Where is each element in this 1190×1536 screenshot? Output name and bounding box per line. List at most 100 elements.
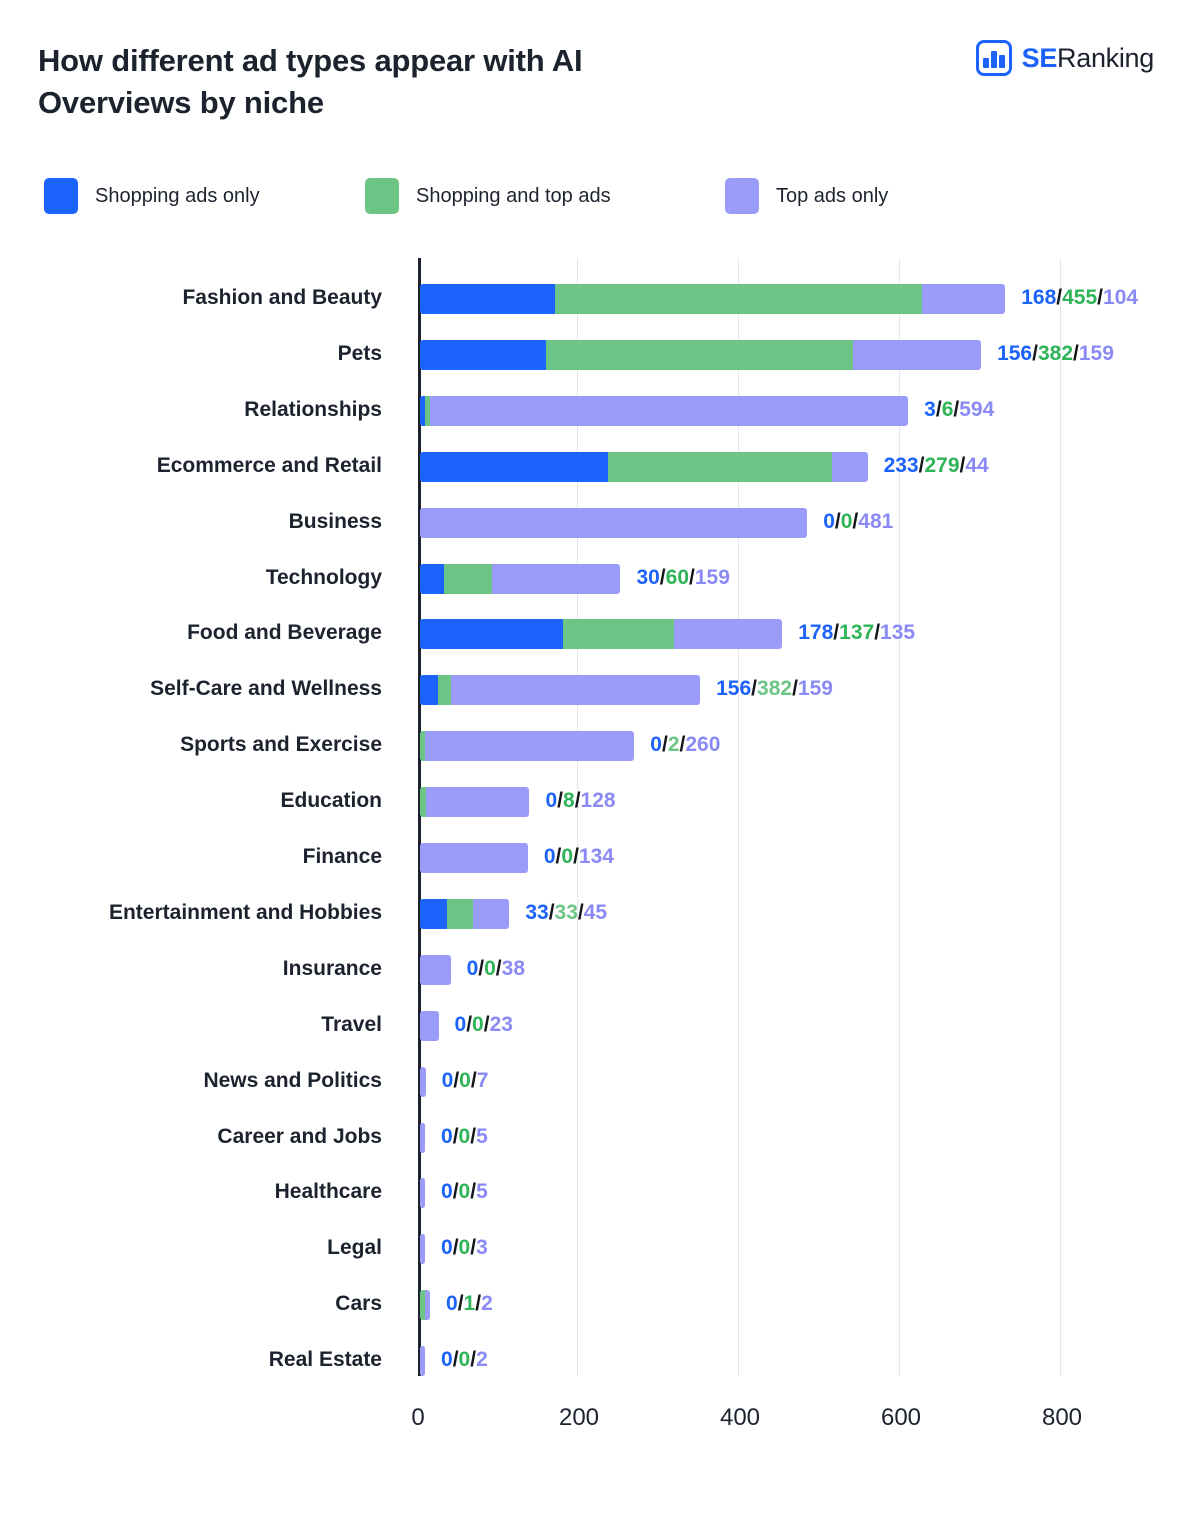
- value-label: 3/6/594: [924, 382, 994, 438]
- value-part-0: 0: [823, 509, 835, 533]
- bar-segment-2[interactable]: [492, 563, 621, 594]
- stacked-bar[interactable]: [420, 954, 451, 985]
- bar-segment-1[interactable]: [555, 284, 922, 314]
- bar-segment-2[interactable]: [420, 507, 808, 538]
- chart-row[interactable]: Real Estate 0/0/2: [0, 1332, 1190, 1388]
- stacked-bar[interactable]: [420, 339, 982, 370]
- bar-segment-2[interactable]: [832, 451, 868, 482]
- bar-segment-2[interactable]: [425, 1290, 430, 1321]
- stacked-bar[interactable]: [420, 1010, 439, 1041]
- logo-ranking-text: Ranking: [1057, 42, 1154, 73]
- bar-segment-2[interactable]: [420, 1234, 425, 1265]
- stacked-bar[interactable]: [420, 675, 701, 706]
- value-part-1: 8: [563, 789, 575, 813]
- chart-row[interactable]: Career and Jobs 0/0/5: [0, 1109, 1190, 1165]
- stacked-bar[interactable]: [420, 843, 528, 873]
- stacked-bar[interactable]: [420, 1346, 425, 1377]
- bar-segment-2[interactable]: [420, 1066, 426, 1097]
- bar-segment-2[interactable]: [420, 1010, 439, 1041]
- stacked-bar[interactable]: [420, 619, 783, 650]
- legend-item-0[interactable]: Shopping ads only: [44, 178, 365, 214]
- value-part-2: 128: [580, 789, 616, 813]
- stacked-bar[interactable]: [420, 1066, 426, 1097]
- bar-segment-2[interactable]: [450, 675, 701, 706]
- chart-row[interactable]: Cars 0/1/2: [0, 1276, 1190, 1332]
- bar-segment-1[interactable]: [446, 898, 474, 929]
- value-part-2: 594: [959, 397, 995, 421]
- bar-segment-0[interactable]: [420, 675, 438, 706]
- chart-row[interactable]: Entertainment and Hobbies 33/33/45: [0, 885, 1190, 941]
- chart-row[interactable]: Fashion and Beauty 168/455/104: [0, 270, 1190, 326]
- chart-row[interactable]: Healthcare 0/0/5: [0, 1164, 1190, 1220]
- chart-row[interactable]: Legal 0/0/3: [0, 1220, 1190, 1276]
- bar-segment-2[interactable]: [853, 339, 982, 370]
- legend-item-2[interactable]: Top ads only: [725, 178, 888, 214]
- legend-label: Shopping and top ads: [416, 184, 611, 207]
- bar-segment-0[interactable]: [420, 451, 608, 482]
- bar-segment-0[interactable]: [420, 563, 445, 594]
- chart-row[interactable]: News and Politics 0/0/7: [0, 1053, 1190, 1109]
- bar-segment-2[interactable]: [420, 1122, 425, 1153]
- chart-row[interactable]: Pets 156/382/159: [0, 326, 1190, 382]
- value-part-1: 1: [463, 1292, 476, 1316]
- bar-segment-0[interactable]: [420, 284, 556, 314]
- chart-row[interactable]: Insurance 0/0/38: [0, 941, 1190, 997]
- bar-segment-0[interactable]: [420, 898, 447, 929]
- stacked-bar[interactable]: [420, 563, 621, 594]
- stacked-bar[interactable]: [420, 1234, 425, 1265]
- bar-segment-2[interactable]: [426, 787, 530, 818]
- chart-row[interactable]: Finance 0/0/134: [0, 829, 1190, 885]
- bar-segment-1[interactable]: [545, 339, 854, 370]
- bar-segment-1[interactable]: [563, 619, 674, 650]
- category-label: Entertainment and Hobbies: [108, 900, 382, 924]
- chart-row[interactable]: Sports and Exercise 0/2/260: [0, 717, 1190, 773]
- value-label: 0/8/128: [545, 773, 615, 829]
- chart-row[interactable]: Relationships 3/6/594: [0, 382, 1190, 438]
- value-part-0: 0: [543, 845, 556, 868]
- value-part-0: 33: [525, 900, 549, 924]
- chart-row[interactable]: Food and Beverage 178/137/135: [0, 605, 1190, 661]
- legend-item-1[interactable]: Shopping and top ads: [365, 178, 725, 214]
- bar-segment-2[interactable]: [420, 1178, 425, 1209]
- stacked-bar[interactable]: [420, 1122, 425, 1153]
- bar-segment-0[interactable]: [420, 619, 564, 650]
- chart-row[interactable]: Ecommerce and Retail 233/279/44: [0, 438, 1190, 494]
- bar-segment-2[interactable]: [420, 1346, 425, 1377]
- stacked-bar[interactable]: [420, 731, 635, 762]
- value-label: 0/0/134: [544, 829, 614, 885]
- value-part-0: 178: [798, 621, 834, 645]
- chart-row[interactable]: Education 0/8/128: [0, 773, 1190, 829]
- bar-segment-2[interactable]: [921, 284, 1006, 314]
- stacked-bar[interactable]: [420, 451, 868, 482]
- chart-row[interactable]: Business 0/0/481: [0, 494, 1190, 550]
- value-label: 0/2/260: [650, 717, 720, 773]
- value-label: 0/0/5: [441, 1164, 488, 1220]
- stacked-bar[interactable]: [420, 787, 530, 818]
- category-label: Real Estate: [268, 1348, 382, 1372]
- value-part-0: 168: [1021, 286, 1057, 309]
- chart-page: How different ad types appear with AI Ov…: [0, 0, 1190, 1536]
- bar-segment-1[interactable]: [444, 563, 493, 594]
- stacked-bar[interactable]: [420, 395, 909, 426]
- bar-segment-2[interactable]: [473, 898, 510, 929]
- stacked-bar[interactable]: [420, 507, 808, 538]
- bar-segment-2[interactable]: [425, 731, 635, 762]
- stacked-bar[interactable]: [420, 1290, 430, 1321]
- bar-segment-1[interactable]: [607, 451, 833, 482]
- category-label: Food and Beverage: [187, 621, 382, 645]
- bar-segment-2[interactable]: [430, 395, 909, 426]
- bar-segment-2[interactable]: [420, 843, 528, 873]
- value-part-1: 382: [1037, 341, 1074, 365]
- category-label: Legal: [327, 1236, 382, 1260]
- chart-row[interactable]: Self-Care and Wellness 156/382/159: [0, 661, 1190, 717]
- chart-row[interactable]: Travel 0/0/23: [0, 997, 1190, 1053]
- bar-segment-2[interactable]: [420, 954, 451, 985]
- bar-segment-0[interactable]: [420, 339, 546, 370]
- stacked-bar[interactable]: [420, 898, 510, 929]
- stacked-bar[interactable]: [420, 1178, 425, 1209]
- bar-segment-1[interactable]: [437, 675, 451, 706]
- value-part-1: 33: [554, 900, 578, 924]
- bar-segment-2[interactable]: [673, 619, 783, 650]
- stacked-bar[interactable]: [420, 284, 1006, 314]
- chart-row[interactable]: Technology 30/60/159: [0, 550, 1190, 606]
